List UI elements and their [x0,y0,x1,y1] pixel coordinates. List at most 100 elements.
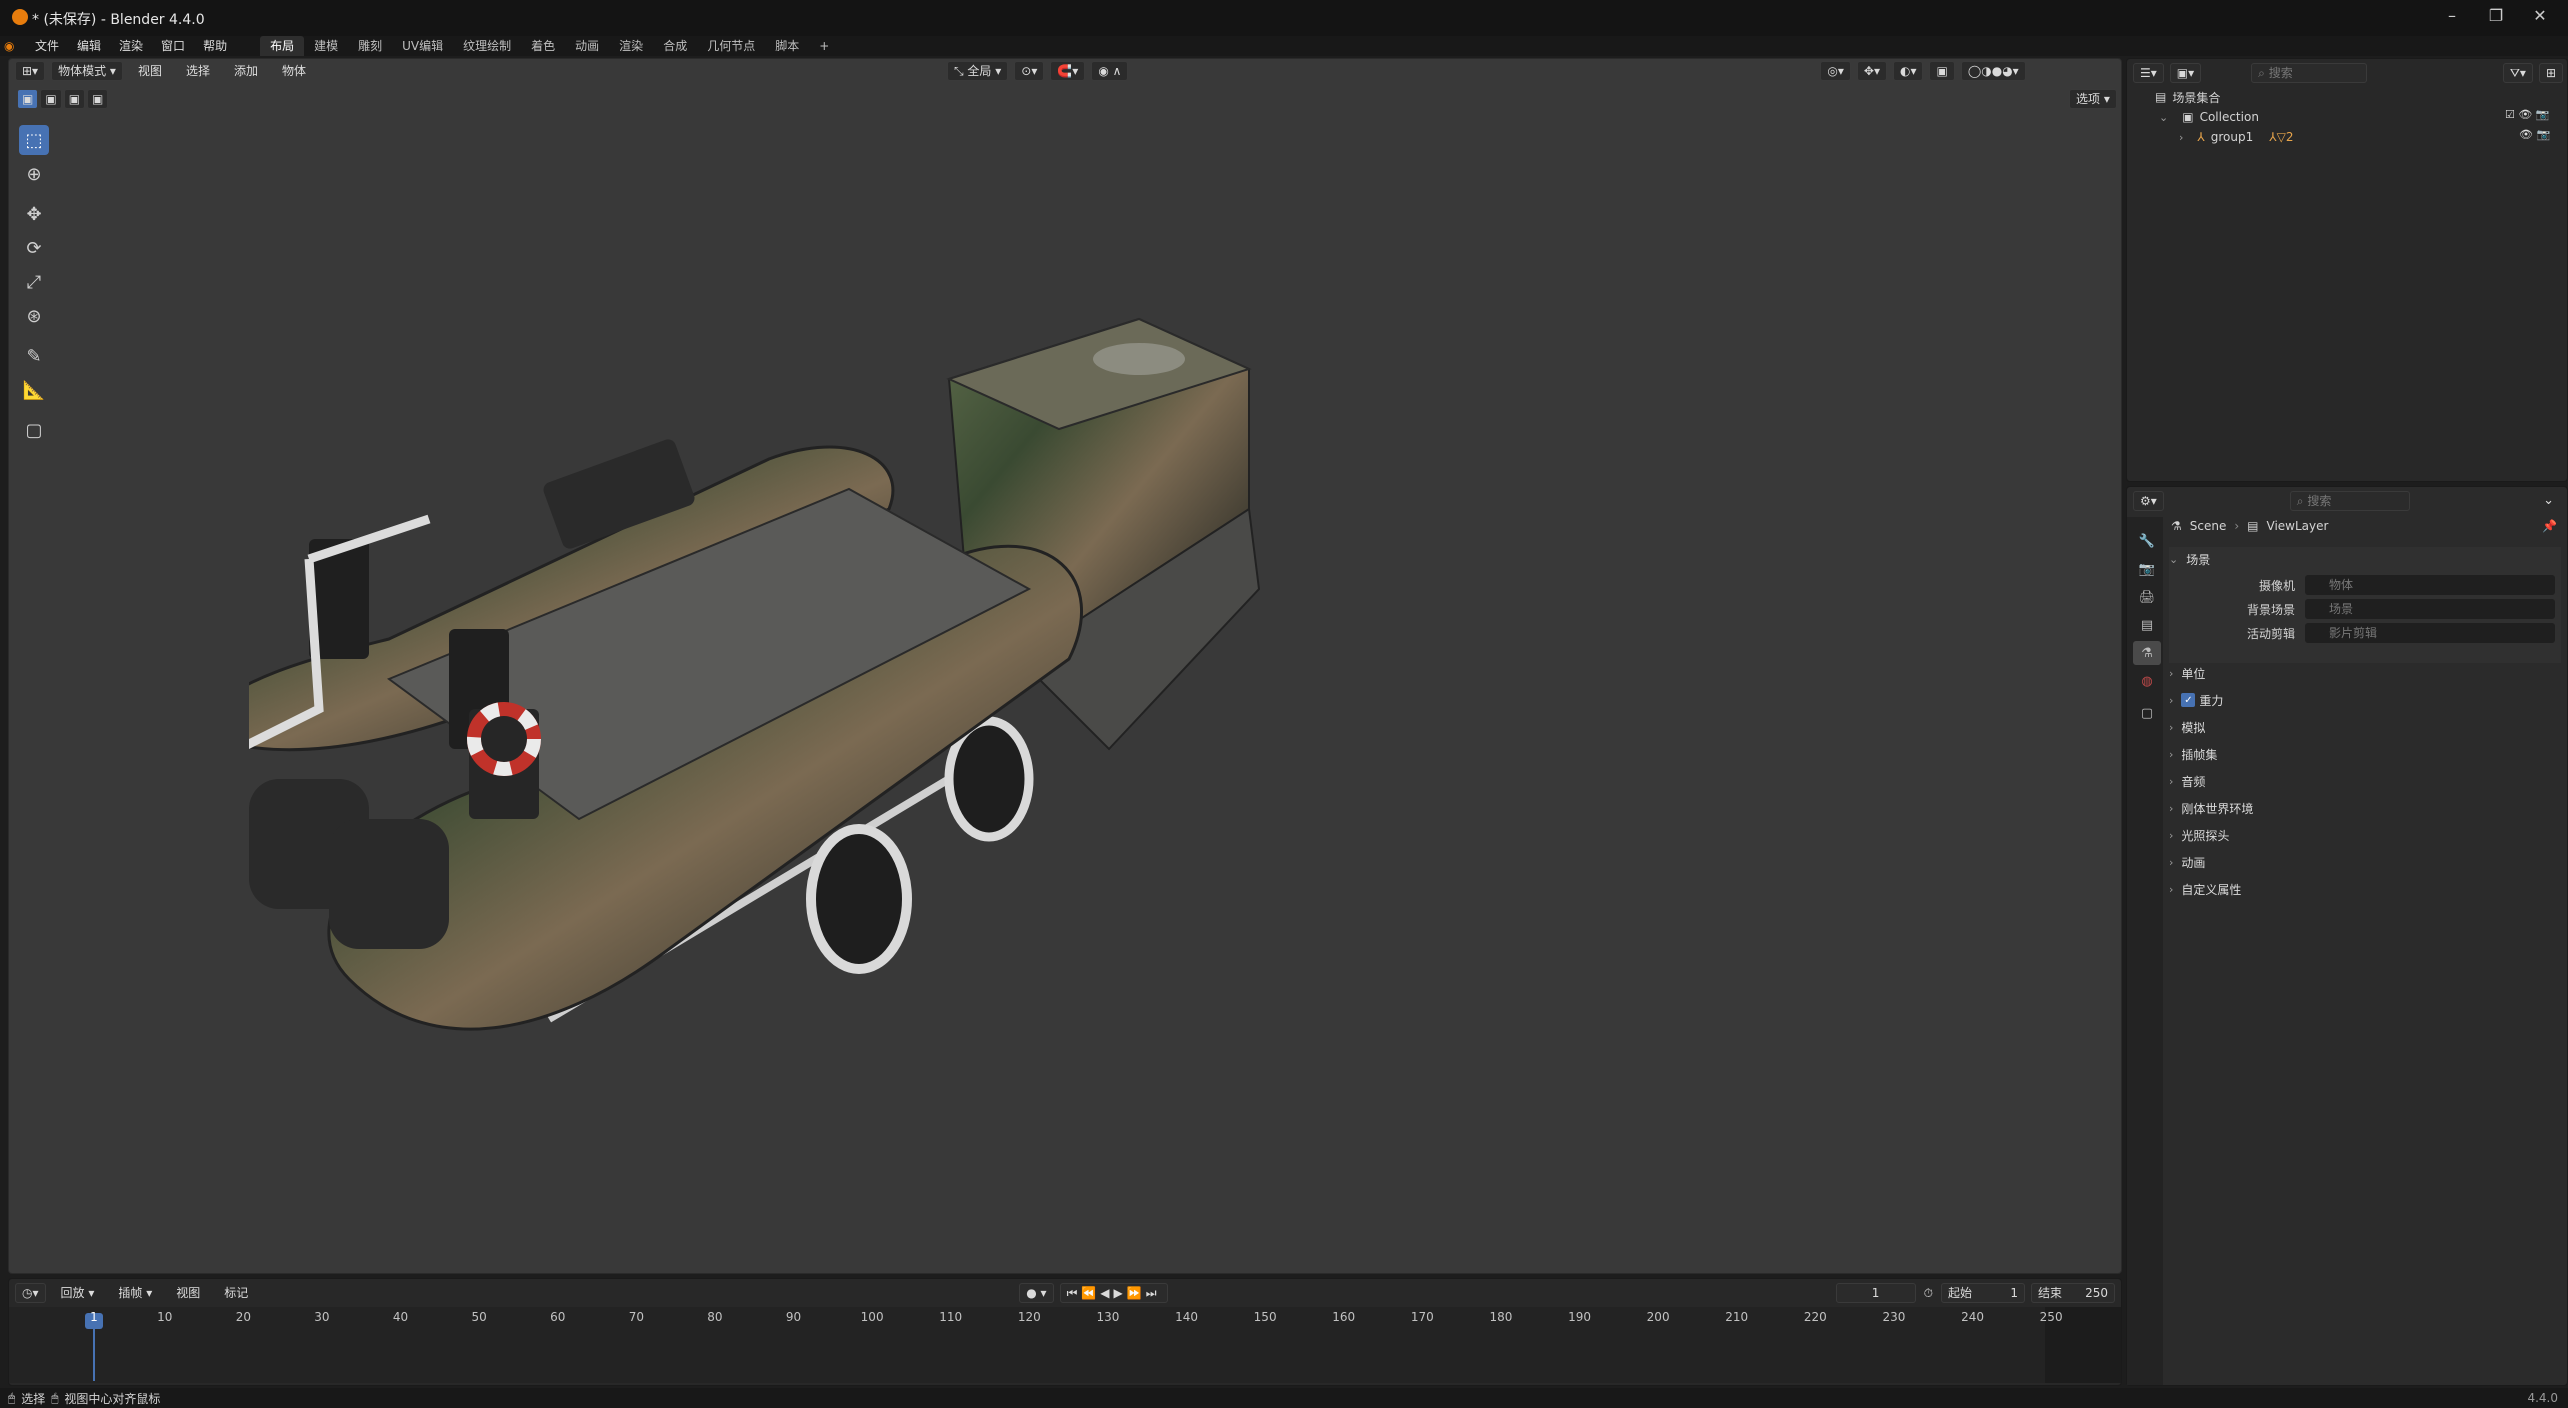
transform-orientation-dropdown[interactable]: ⤡ 全局 ▾ [947,61,1009,81]
menu-select[interactable]: 选择 [177,61,219,81]
tab-scripting[interactable]: 脚本 [765,36,809,56]
select-extend-icon[interactable]: ▣ [40,89,62,109]
tab-geometry-nodes[interactable]: 几何节点 [697,36,765,56]
properties-search-input[interactable]: ⌕ 搜索 [2289,491,2410,511]
select-new-icon[interactable]: ▣ [17,89,39,109]
animation-section[interactable]: › 动画 [2169,850,2568,874]
tab-modeling[interactable]: 建模 [304,36,348,56]
outliner-search-input[interactable]: ⌕ 搜索 [2251,63,2368,83]
select-box-tool-icon[interactable]: ⬚ [19,125,49,155]
close-button[interactable]: ✕ [2520,6,2560,30]
add-cube-tool-icon[interactable]: ▢ [19,415,49,445]
simulation-section[interactable]: › 模拟 [2169,715,2568,739]
annotate-tool-icon[interactable]: ✎ [19,341,49,371]
menu-edit[interactable]: 编辑 [68,36,110,56]
menu-keying[interactable]: 插帧 ▾ [109,1283,161,1303]
tab-layout[interactable]: 布局 [260,36,305,56]
stopwatch-icon[interactable]: ⏱ [1922,1283,1935,1303]
audio-section[interactable]: › 音频 [2169,769,2568,793]
tab-animation[interactable]: 动画 [565,36,609,56]
tab-uv-editing[interactable]: UV编辑 [392,36,453,56]
proportional-edit-icon[interactable]: ◉ ∧ [1091,61,1129,81]
end-frame-field[interactable]: 结束 250 [2031,1283,2115,1303]
object-row-group1[interactable]: › ⅄ group1 ⅄▽2 [2155,127,2293,147]
pivot-icon[interactable]: ⊙▾ [1014,61,1045,81]
new-collection-icon[interactable]: ⊞ [2538,63,2563,83]
collection-checkbox-icon[interactable]: ☑ 👁 📷 [2505,105,2550,125]
move-tool-icon[interactable]: ✥ [19,199,49,229]
menu-add[interactable]: 添加 [225,61,267,81]
3d-viewport[interactable]: ⊞▾ 物体模式 ▾ 视图 选择 添加 物体 ⤡ 全局 ▾ ⊙▾ 🧲▾ ◉ ∧ ◎… [8,58,2122,1274]
properties-editor-type-icon[interactable]: ⚙▾ [2133,491,2164,511]
menu-file[interactable]: 文件 [26,36,68,56]
select-subtract-icon[interactable]: ▣ [63,89,86,109]
blender-menu-icon[interactable]: ◉ [0,36,26,56]
scene-panel-header[interactable]: ⌄ 场景 [2169,547,2561,571]
autokey-icon[interactable]: ● ▾ [1019,1283,1054,1303]
children-count-badge: ⅄▽2 [2269,130,2294,144]
shading-modes-icon[interactable]: ◯◑●◕▾ [1960,61,2026,81]
object-expand-icon[interactable]: › [2179,131,2183,144]
scale-tool-icon[interactable]: ⤢ [19,267,49,297]
start-frame-field[interactable]: 起始 1 [1941,1283,2025,1303]
add-workspace-button[interactable]: + [809,36,839,56]
gizmo-icon[interactable]: ✥▾ [1856,61,1887,81]
light-probes-section[interactable]: › 光照探头 [2169,823,2568,847]
options-dropdown[interactable]: 选项 ▾ [2069,89,2117,109]
output-tab-icon[interactable]: 🖨 [2133,585,2161,609]
measure-tool-icon[interactable]: 📐 [19,375,49,405]
world-tab-icon[interactable]: ◍ [2133,669,2161,693]
object-visibility-icon[interactable]: 👁 📷 [2505,125,2550,145]
menu-playback[interactable]: 回放 ▾ [52,1283,104,1303]
mode-dropdown[interactable]: 物体模式 ▾ [51,61,123,81]
tab-shading[interactable]: 着色 [521,36,565,56]
rotate-tool-icon[interactable]: ⟳ [19,233,49,263]
filter-icon[interactable]: ⛛▾ [2502,63,2533,83]
gravity-checkbox[interactable]: ✓ [2181,693,2196,707]
menu-timeline-view[interactable]: 视图 [167,1283,209,1303]
rigid-body-world-section[interactable]: › 刚体世界环境 [2169,796,2568,820]
menu-help[interactable]: 帮助 [194,36,236,56]
xray-icon[interactable]: ▣ [1929,61,1955,81]
menu-render[interactable]: 渲染 [110,36,152,56]
tab-compositing[interactable]: 合成 [653,36,697,56]
minimize-button[interactable]: – [2432,6,2472,30]
tool-tab-icon[interactable]: 🔧 [2133,529,2161,553]
outliner-editor-type-icon[interactable]: ☰▾ [2133,63,2164,83]
menu-view[interactable]: 视图 [129,61,171,81]
camera-field[interactable]: 物体 [2305,575,2555,595]
display-mode-icon[interactable]: ▣▾ [2169,63,2202,83]
menu-marker[interactable]: 标记 [215,1283,257,1303]
keying-sets-section[interactable]: › 插帧集 [2169,742,2568,766]
visibility-icon[interactable]: ◎▾ [1820,61,1851,81]
cursor-tool-icon[interactable]: ⊕ [19,159,49,189]
overlay-icon[interactable]: ◐▾ [1892,61,1924,81]
transform-tool-icon[interactable]: ⊛ [19,301,49,331]
tab-rendering[interactable]: 渲染 [609,36,653,56]
pin-icon[interactable]: 📌 [2542,519,2557,533]
collection-expand-icon[interactable]: ⌄ [2159,111,2168,124]
select-intersect-icon[interactable]: ▣ [87,89,109,109]
background-scene-field[interactable]: 场景 [2305,599,2555,619]
view-layer-tab-icon[interactable]: ▤ [2133,613,2161,637]
gravity-section[interactable]: › ✓ 重力 [2169,688,2568,712]
menu-window[interactable]: 窗口 [152,36,194,56]
tab-texture-paint[interactable]: 纹理绘制 [453,36,521,56]
units-section[interactable]: › 单位 [2169,661,2568,685]
properties-options-icon[interactable]: ⌄ [2534,491,2563,511]
maximize-button[interactable]: ❐ [2476,6,2516,30]
menu-object[interactable]: 物体 [273,61,315,81]
editor-type-icon[interactable]: ⊞▾ [15,61,46,81]
collection-tab-icon[interactable]: ▢ [2133,701,2161,725]
scene-tab-icon[interactable]: ⚗ [2133,641,2161,665]
timeline-editor-type-icon[interactable]: ◷▾ [15,1283,46,1303]
playback-controls[interactable]: ⏮⏪◀▶⏩⏭ [1059,1283,1168,1303]
scene-collection-row[interactable]: ▤ 场景集合 [2155,87,2293,107]
custom-properties-section[interactable]: › 自定义属性 [2169,877,2568,901]
render-tab-icon[interactable]: 📷 [2133,557,2161,581]
current-frame-field[interactable]: 1 [1835,1283,1916,1303]
snap-icon[interactable]: 🧲▾ [1050,61,1086,81]
tab-sculpting[interactable]: 雕刻 [348,36,392,56]
collection-row[interactable]: ⌄ ▣ Collection [2155,107,2293,127]
active-clip-field[interactable]: 影片剪辑 [2305,623,2555,643]
